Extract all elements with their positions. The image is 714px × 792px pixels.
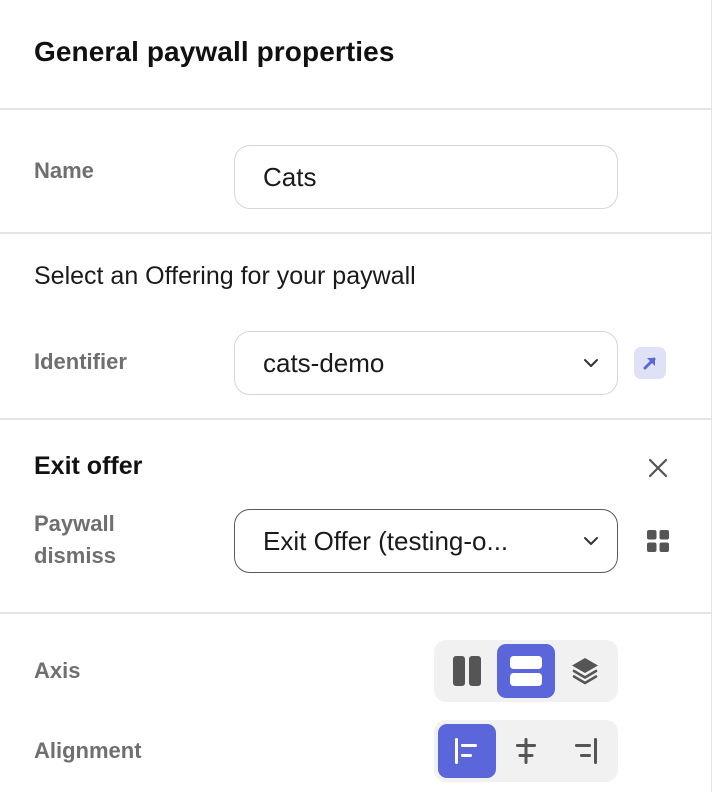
chevron-down-icon <box>584 537 598 545</box>
axis-label: Axis <box>34 658 81 683</box>
close-icon <box>648 458 668 478</box>
open-offering-button[interactable] <box>634 347 666 379</box>
offering-heading: Select an Offering for your paywall <box>34 262 416 290</box>
paywall-dismiss-label-line2: dismiss <box>34 543 116 568</box>
axis-segmented-control <box>434 640 618 702</box>
name-input[interactable]: Cats <box>234 145 618 209</box>
align-right-icon <box>575 738 597 764</box>
divider <box>0 108 712 110</box>
layers-stack-icon <box>572 658 598 685</box>
alignment-option-right[interactable] <box>556 724 614 778</box>
identifier-select-value: cats-demo <box>263 347 385 378</box>
exit-offer-select-value: Exit Offer (testing-o... <box>263 525 509 556</box>
axis-option-horizontal[interactable] <box>497 644 555 698</box>
divider <box>0 418 712 420</box>
name-input-value: Cats <box>263 161 317 192</box>
exit-offer-heading: Exit offer <box>34 452 143 480</box>
axis-option-stack[interactable] <box>556 644 614 698</box>
paywall-properties-panel: General paywall properties Name Cats Sel… <box>0 0 712 792</box>
remove-exit-offer-button[interactable] <box>644 454 672 482</box>
panel-title: General paywall properties <box>34 36 395 67</box>
alignment-label: Alignment <box>34 738 142 763</box>
exit-offer-select[interactable]: Exit Offer (testing-o... <box>234 509 618 573</box>
alignment-option-left[interactable] <box>438 724 496 778</box>
chevron-down-icon <box>584 359 598 367</box>
axis-option-vertical[interactable] <box>438 644 496 698</box>
align-left-icon <box>455 738 477 764</box>
grid-icon <box>647 530 669 552</box>
horizontal-rows-icon <box>510 656 542 686</box>
alignment-segmented-control <box>434 720 618 782</box>
align-center-icon <box>516 738 536 764</box>
paywall-dismiss-label: Paywall dismiss <box>34 508 116 572</box>
name-label: Name <box>34 158 94 183</box>
arrow-up-right-icon <box>643 357 656 370</box>
alignment-option-center[interactable] <box>497 724 555 778</box>
browse-paywalls-button[interactable] <box>644 527 672 555</box>
divider <box>0 232 712 234</box>
vertical-columns-icon <box>453 656 481 686</box>
identifier-label: Identifier <box>34 349 127 374</box>
divider <box>0 612 712 614</box>
paywall-dismiss-label-line1: Paywall <box>34 511 115 536</box>
identifier-select[interactable]: cats-demo <box>234 331 618 395</box>
